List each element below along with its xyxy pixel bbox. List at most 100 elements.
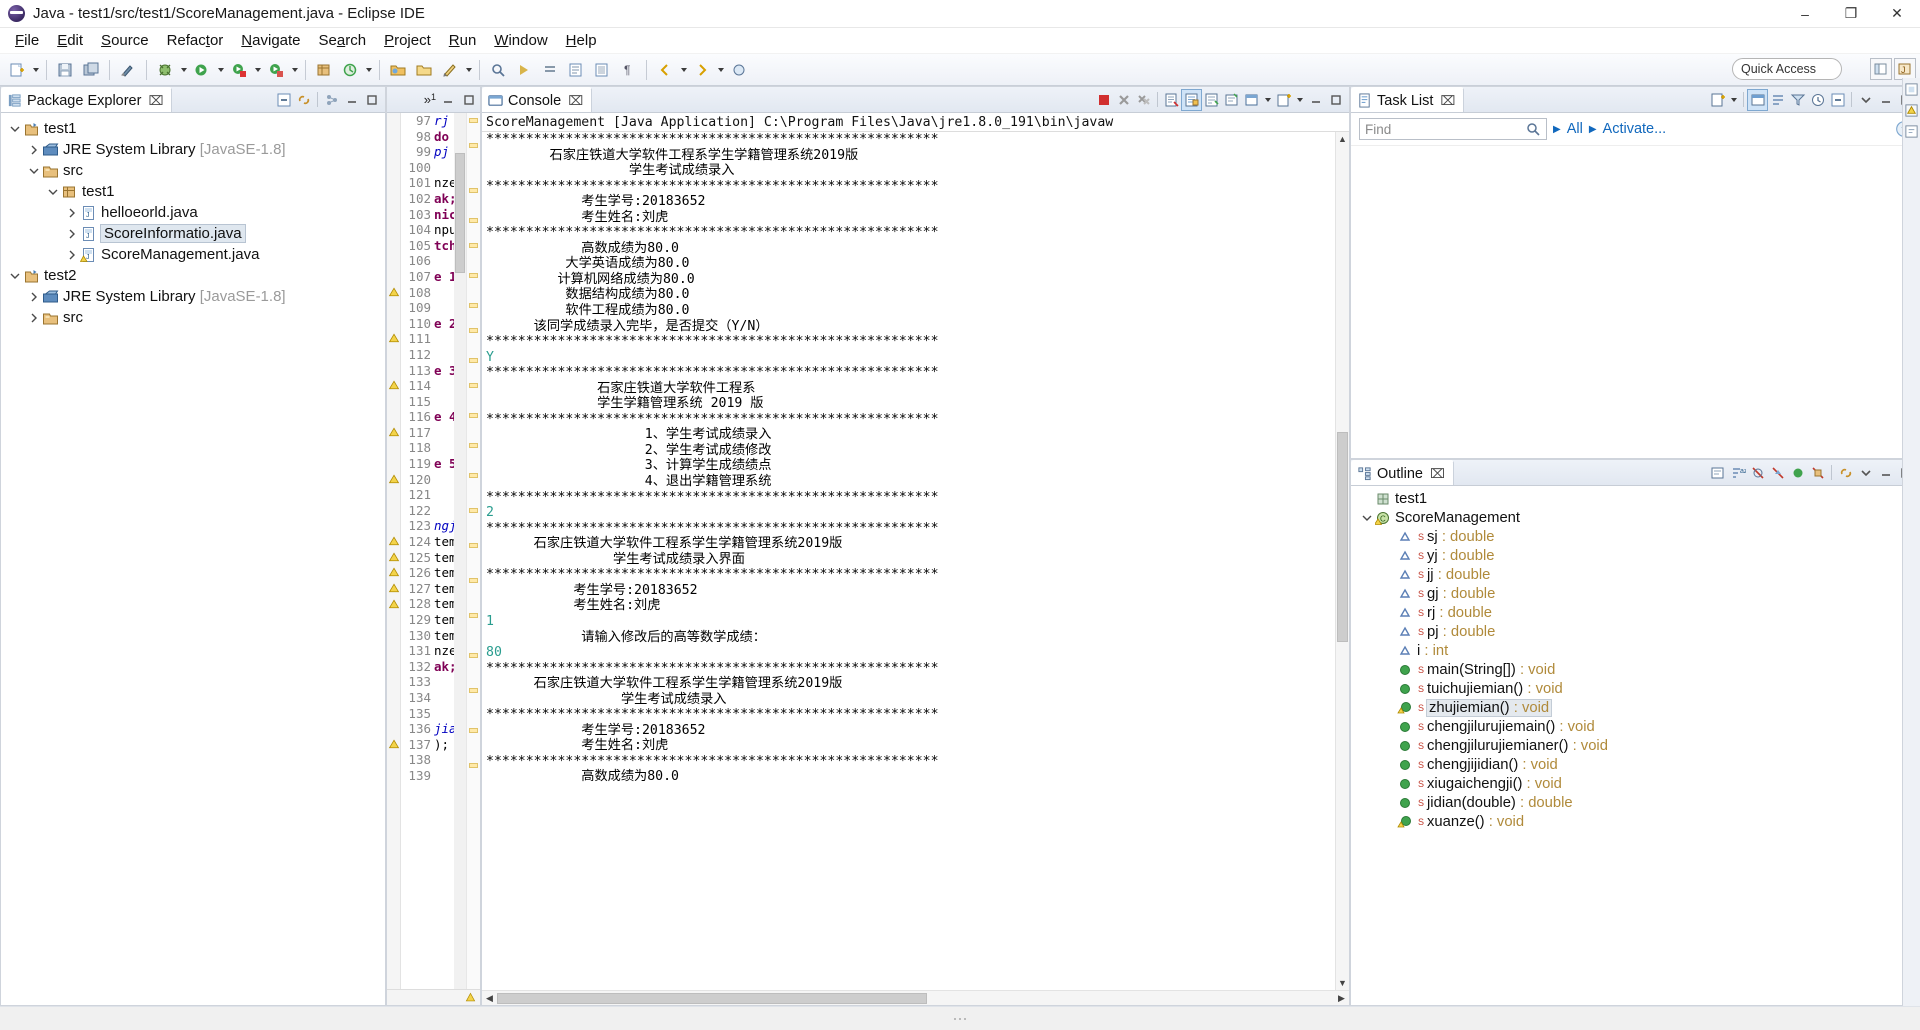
minimize-icon[interactable] (1876, 90, 1895, 110)
clear-console-icon[interactable] (1162, 90, 1181, 110)
chevron-down-icon[interactable] (7, 121, 23, 137)
scrollbar-thumb[interactable] (1337, 432, 1348, 642)
code-line[interactable] (434, 253, 454, 269)
maximize-button[interactable]: ❐ (1828, 0, 1874, 28)
link-with-editor-icon[interactable] (294, 90, 313, 110)
overview-warning-mark[interactable] (469, 763, 478, 768)
scroll-down-icon[interactable]: ▼ (1336, 976, 1349, 990)
outline-item-i[interactable]: i : int (1351, 641, 1919, 660)
chevron-right-icon[interactable] (26, 142, 42, 158)
annotation-ruler[interactable] (387, 113, 401, 989)
tree-item-test1[interactable]: test1 (1, 118, 385, 139)
warning-marker-icon[interactable] (388, 597, 400, 609)
code-line[interactable] (434, 503, 454, 519)
console-vertical-scrollbar[interactable]: ▲ ▼ (1335, 132, 1349, 990)
code-line[interactable]: ); (434, 737, 454, 753)
display-selected-console-icon[interactable] (1222, 90, 1241, 110)
view-menu-icon[interactable] (1856, 463, 1875, 483)
overview-ruler[interactable] (466, 113, 480, 989)
run-icon[interactable] (190, 58, 214, 82)
chevron-down-icon[interactable] (7, 268, 23, 284)
console-dropdown-icon[interactable] (1262, 88, 1273, 112)
outline-item-jj[interactable]: Sjj : double (1351, 565, 1919, 584)
new-java-package-icon[interactable] (312, 58, 336, 82)
warning-marker-icon[interactable] (388, 378, 400, 390)
maximize-icon[interactable] (362, 90, 381, 110)
back-dropdown-icon[interactable] (678, 58, 689, 82)
code-line[interactable] (434, 285, 454, 301)
menu-navigate[interactable]: Navigate (232, 30, 309, 51)
back-icon[interactable] (653, 58, 677, 82)
remove-all-terminated-icon[interactable] (1134, 90, 1153, 110)
minimize-icon[interactable] (1876, 463, 1895, 483)
minimize-icon[interactable] (1306, 90, 1325, 110)
new-dropdown-icon[interactable] (30, 58, 41, 82)
overview-warning-mark[interactable] (469, 383, 478, 388)
code-line[interactable] (434, 706, 454, 722)
code-line[interactable] (434, 690, 454, 706)
menu-edit[interactable]: Edit (48, 30, 92, 51)
minimize-button[interactable]: – (1782, 0, 1828, 28)
close-icon[interactable]: ⌧ (1430, 466, 1445, 482)
close-icon[interactable]: ⌧ (568, 93, 583, 109)
code-line[interactable]: e 2 (434, 316, 454, 332)
tree-item-test2[interactable]: test2 (1, 265, 385, 286)
warning-marker-icon[interactable] (388, 331, 400, 343)
run-as-dropdown-icon[interactable] (252, 58, 263, 82)
chevron-down-icon[interactable] (45, 184, 61, 200)
run-dropdown-icon[interactable] (215, 58, 226, 82)
overview-warning-mark[interactable] (469, 243, 478, 248)
warning-marker-icon[interactable] (388, 534, 400, 546)
menu-window[interactable]: Window (485, 30, 556, 51)
tree-item-helloeorld-java[interactable]: Jhelloeorld.java (1, 202, 385, 223)
code-line[interactable] (434, 674, 454, 690)
outline-item-rj[interactable]: Srj : double (1351, 603, 1919, 622)
open-folder-icon[interactable] (386, 58, 410, 82)
code-line[interactable]: tem (434, 628, 454, 644)
overview-warning-mark[interactable] (469, 578, 478, 583)
tab-outline[interactable]: Outline ⌧ (1351, 460, 1454, 485)
code-line[interactable]: tem (434, 596, 454, 612)
new-task-icon[interactable] (1708, 90, 1727, 110)
editor-overflow-icon[interactable]: » 1 (424, 92, 436, 107)
link-with-editor-icon[interactable] (1836, 463, 1855, 483)
scrollbar-thumb[interactable] (497, 992, 927, 1004)
warning-marker-icon[interactable] (388, 550, 400, 562)
view-menu-icon[interactable] (322, 90, 341, 110)
warning-marker-icon[interactable] (388, 425, 400, 437)
tree-item-src[interactable]: src (1, 307, 385, 328)
overview-warning-mark[interactable] (469, 358, 478, 363)
outline-item-zhujiemian[interactable]: Szhujiemian() : void (1351, 698, 1919, 717)
overview-warning-mark[interactable] (469, 303, 478, 308)
editor-minimize-icon[interactable] (438, 90, 457, 110)
chevron-down-icon[interactable] (1359, 510, 1375, 526)
new-console-view-icon[interactable] (1274, 90, 1293, 110)
close-icon[interactable]: ⌧ (148, 93, 163, 109)
outline-item-xuanze[interactable]: Sxuanze() : void (1351, 812, 1919, 831)
warning-marker-icon[interactable] (388, 581, 400, 593)
menu-project[interactable]: Project (375, 30, 440, 51)
outline-item-xiugaichengji[interactable]: Sxiugaichengji() : void (1351, 774, 1919, 793)
save-all-icon[interactable] (79, 58, 103, 82)
outline-item-sj[interactable]: Ssj : double (1351, 527, 1919, 546)
outline-item-gj[interactable]: Sgj : double (1351, 584, 1919, 603)
overview-warning-mark[interactable] (469, 473, 478, 478)
tab-task-list[interactable]: Task List ⌧ (1351, 87, 1465, 112)
source-code[interactable]: rjdopj nzeak;nicnputch e 1 e 2 e 3 e 4 e… (434, 113, 454, 989)
editor-area[interactable]: 97 98 99 100 101 102 103 104 105 106 107 108 109 110 1… (387, 113, 480, 989)
code-line[interactable]: pj (434, 144, 454, 160)
outline-item-main-string[interactable]: Smain(String[]) : void (1351, 660, 1919, 679)
focus-active-task-icon[interactable] (1708, 463, 1727, 483)
chevron-right-icon[interactable] (64, 205, 80, 221)
filter-icon[interactable] (1788, 90, 1807, 110)
scroll-up-icon[interactable]: ▲ (1336, 132, 1349, 146)
problems-view-icon[interactable] (1904, 103, 1919, 118)
last-edit-location-icon[interactable] (564, 58, 588, 82)
code-line[interactable] (434, 394, 454, 410)
outline-item-chengjijidian[interactable]: Schengjijidian() : void (1351, 755, 1919, 774)
code-line[interactable]: tem (434, 565, 454, 581)
code-line[interactable] (434, 331, 454, 347)
menu-file[interactable]: File (6, 30, 48, 51)
edit-dropdown-icon[interactable] (463, 58, 474, 82)
debug-icon[interactable] (153, 58, 177, 82)
